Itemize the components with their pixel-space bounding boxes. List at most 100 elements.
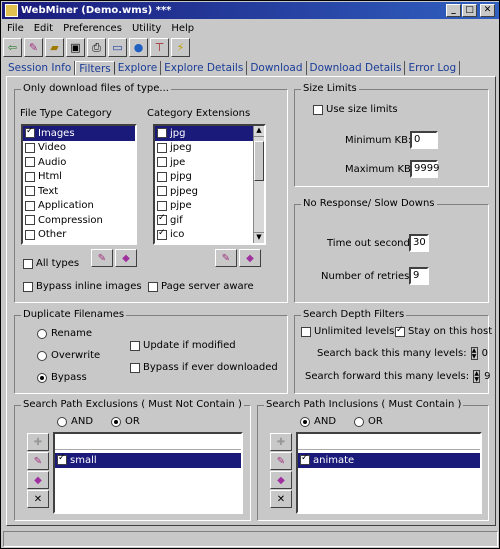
exclusions-entry-field[interactable]: [55, 434, 241, 450]
use-size-limits-checkbox[interactable]: Use size limits: [313, 104, 398, 115]
bypass-radio-circle[interactable]: [37, 372, 47, 383]
category-item-application[interactable]: Application: [23, 199, 135, 214]
inclusions-and-circle[interactable]: [300, 416, 310, 427]
category-item-audio[interactable]: Audio: [23, 155, 135, 170]
timeout-input[interactable]: 30: [409, 234, 429, 252]
category-item-other[interactable]: Other: [23, 228, 135, 243]
tab-download-details[interactable]: Download Details: [307, 61, 406, 75]
extension-checkbox[interactable]: [157, 157, 167, 168]
exclusions-and-circle[interactable]: [57, 416, 67, 427]
category-checkbox[interactable]: [25, 157, 35, 168]
overwrite-radio-circle[interactable]: [37, 350, 47, 361]
extension-item-jpeg[interactable]: jpeg: [155, 141, 264, 156]
extension-checkbox[interactable]: [157, 171, 167, 182]
category-checkbox[interactable]: [25, 229, 35, 240]
inclusions-delete-button[interactable]: ✕: [270, 490, 292, 508]
exclusions-or-circle[interactable]: [111, 416, 121, 427]
menu-help[interactable]: Help: [170, 23, 195, 34]
exclusions-item-checkbox[interactable]: [57, 453, 67, 466]
category-item-video[interactable]: Video: [23, 141, 135, 156]
tab-download[interactable]: Download: [247, 61, 307, 75]
bypass-inline-checkbox[interactable]: Bypass inline images: [23, 281, 142, 292]
all-types-checkbox[interactable]: All types: [23, 258, 79, 269]
max-kb-input[interactable]: 9999: [410, 160, 439, 178]
unlimited-levels-checkbox[interactable]: Unlimited levels: [301, 326, 394, 337]
inclusions-entry-field[interactable]: [298, 434, 480, 450]
bypass-if-downloaded-checkbox[interactable]: Bypass if ever downloaded: [130, 362, 278, 373]
update-if-modified-box[interactable]: [130, 340, 140, 351]
extension-checkbox[interactable]: [157, 200, 167, 211]
rename-radio[interactable]: Rename: [37, 328, 92, 339]
bypass-radio[interactable]: Bypass: [37, 372, 87, 383]
extension-checkbox[interactable]: [157, 228, 167, 240]
exclusions-delete-button[interactable]: ✕: [27, 490, 49, 508]
edit-extension-button[interactable]: ◆: [239, 249, 261, 267]
exclusions-or-radio[interactable]: OR: [111, 416, 140, 427]
search-forward-spinner[interactable]: ▲ ▼: [473, 370, 481, 383]
edit-category-button[interactable]: ◆: [115, 249, 137, 267]
extension-item-jpg[interactable]: jpg: [155, 126, 253, 141]
inclusions-add-button[interactable]: ✚: [270, 433, 292, 451]
print-icon[interactable]: ⎙: [87, 38, 106, 57]
scroll-down-icon[interactable]: ▼: [254, 232, 264, 243]
search-back-spinner[interactable]: ▲ ▼: [470, 347, 478, 360]
add-category-button[interactable]: ✎: [91, 249, 113, 267]
extension-item-gif[interactable]: gif: [155, 213, 264, 228]
save-icon[interactable]: ▣: [66, 38, 85, 57]
menu-preferences[interactable]: Preferences: [62, 23, 123, 34]
unlimited-levels-box[interactable]: [301, 326, 311, 337]
exclusions-item[interactable]: small: [55, 453, 241, 468]
category-item-compression[interactable]: Compression: [23, 213, 135, 228]
exit-icon[interactable]: ⇦: [3, 38, 22, 57]
exclusions-and-radio[interactable]: AND: [57, 416, 93, 427]
add-extension-button[interactable]: ✎: [215, 249, 237, 267]
category-item-text[interactable]: Text: [23, 184, 135, 199]
bypass-inline-box[interactable]: [23, 281, 33, 292]
category-checkbox[interactable]: [25, 126, 35, 139]
inclusions-edit-button[interactable]: ✎: [270, 452, 292, 470]
category-checkbox[interactable]: [25, 200, 35, 211]
retries-input[interactable]: 9: [409, 267, 429, 285]
inclusions-rename-button[interactable]: ◆: [270, 471, 292, 489]
tab-explore-details[interactable]: Explore Details: [161, 61, 248, 75]
category-checkbox[interactable]: [25, 142, 35, 153]
extension-checkbox[interactable]: [157, 142, 167, 153]
min-kb-input[interactable]: 0: [410, 131, 438, 149]
bypass-if-downloaded-box[interactable]: [130, 362, 140, 373]
rename-radio-circle[interactable]: [37, 328, 47, 339]
scroll-up-icon[interactable]: ▲: [254, 126, 264, 137]
category-checkbox[interactable]: [25, 186, 35, 197]
extension-checkbox[interactable]: [157, 213, 167, 226]
scroll-thumb[interactable]: [254, 141, 264, 181]
category-checkbox[interactable]: [25, 171, 35, 182]
extension-item-pjpe[interactable]: pjpe: [155, 199, 264, 214]
minimize-button[interactable]: _: [446, 4, 461, 17]
tab-filters[interactable]: Filters: [75, 61, 115, 75]
extension-item-jpe[interactable]: jpe: [155, 155, 264, 170]
extension-item-pjpeg[interactable]: pjpeg: [155, 184, 264, 199]
menu-file[interactable]: File: [6, 23, 25, 34]
category-listbox[interactable]: Images Video Audio Html Text Application…: [21, 124, 137, 245]
page-server-aware-checkbox[interactable]: Page server aware: [148, 281, 254, 292]
inclusions-or-radio[interactable]: OR: [354, 416, 383, 427]
menu-utility[interactable]: Utility: [131, 23, 162, 34]
inclusions-listbox[interactable]: animate: [296, 432, 482, 514]
category-item-images[interactable]: Images: [23, 126, 135, 141]
maximize-button[interactable]: □: [462, 4, 477, 17]
inclusions-item-checkbox[interactable]: [300, 453, 310, 466]
antenna-icon[interactable]: ⊤: [150, 38, 169, 57]
use-size-limits-box[interactable]: [313, 104, 323, 115]
category-checkbox[interactable]: [25, 215, 35, 226]
tab-session-info[interactable]: Session Info: [5, 61, 76, 75]
extension-checkbox[interactable]: [157, 186, 167, 197]
exclusions-edit-button[interactable]: ✎: [27, 452, 49, 470]
bolt-icon[interactable]: ⚡: [171, 38, 190, 57]
update-if-modified-checkbox[interactable]: Update if modified: [130, 340, 236, 351]
extension-checkbox[interactable]: [157, 128, 167, 139]
menu-edit[interactable]: Edit: [33, 23, 54, 34]
stay-on-host-checkbox[interactable]: Stay on this host: [395, 325, 492, 337]
category-item-html[interactable]: Html: [23, 170, 135, 185]
tab-explore[interactable]: Explore: [115, 61, 162, 75]
extensions-listbox[interactable]: jpg jpeg jpe pjpg pjpeg pjpe gif ico ▲ ▼: [153, 124, 266, 245]
stay-on-host-box[interactable]: [395, 325, 405, 337]
